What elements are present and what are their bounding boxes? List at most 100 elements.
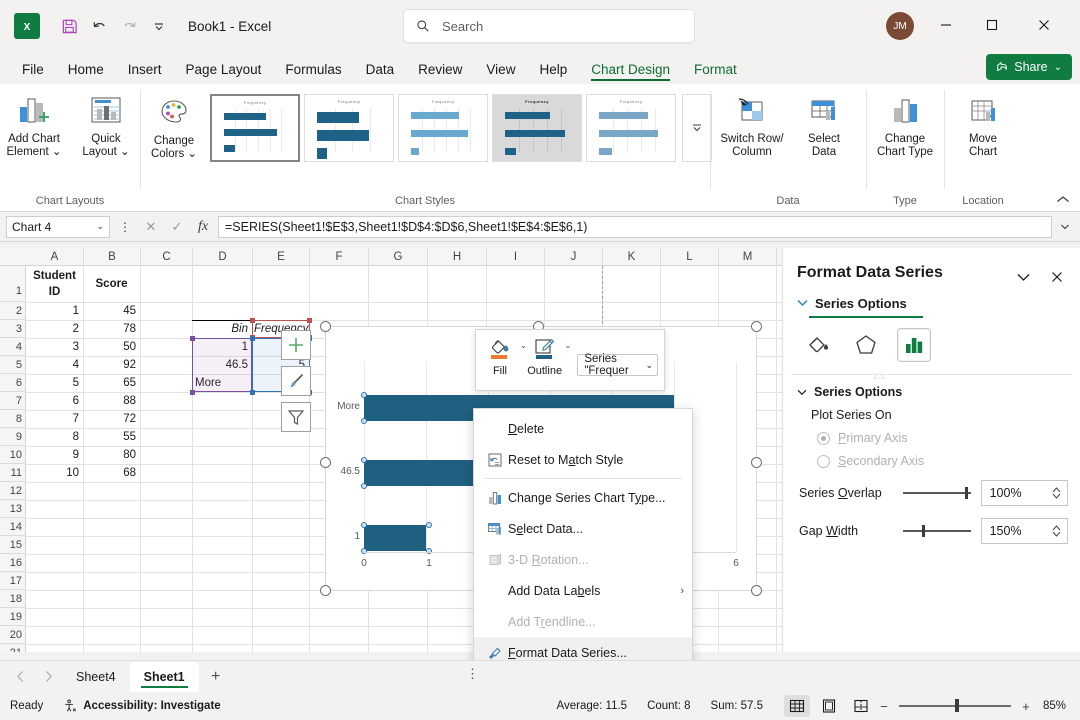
page-layout-view-icon[interactable] (816, 695, 842, 717)
sheet-tab-more-icon[interactable]: ⋮ (466, 666, 479, 682)
cell-A9[interactable]: 8 (26, 429, 83, 446)
column-header-I[interactable]: I (487, 248, 545, 266)
pane-section-series-options[interactable]: Series Options (783, 375, 1080, 399)
zoom-in-button[interactable]: + (1019, 699, 1033, 714)
cell-B7[interactable]: 88 (83, 393, 140, 410)
normal-view-icon[interactable] (783, 695, 810, 717)
cell-B2[interactable]: 45 (83, 303, 140, 320)
row-header-18[interactable]: 18 (0, 590, 26, 608)
cell-B11[interactable]: 68 (83, 465, 140, 482)
cell-A5[interactable]: 4 (26, 357, 83, 374)
pane-close-icon[interactable] (1046, 266, 1068, 288)
column-header-C[interactable]: C (141, 248, 193, 266)
column-header-D[interactable]: D (193, 248, 253, 266)
column-header-B[interactable]: B (84, 248, 141, 266)
change-chart-type-button[interactable]: Change Chart Type (869, 88, 941, 159)
tab-chart-design[interactable]: Chart Design (579, 59, 682, 84)
fill-chevron-down-icon[interactable]: ⌄ (520, 334, 527, 350)
row-header-15[interactable]: 15 (0, 536, 26, 554)
column-header-E[interactable]: E (253, 248, 310, 266)
cell-A6[interactable]: 5 (26, 375, 83, 392)
chart-style-thumb-4[interactable]: Frequency (492, 94, 582, 162)
primary-axis-radio[interactable] (817, 431, 830, 445)
column-header-G[interactable]: G (369, 248, 428, 266)
chart-styles-button[interactable] (281, 366, 311, 396)
fill-line-icon[interactable] (801, 328, 835, 362)
change-colors-button[interactable]: Change Colors ⌄ (138, 90, 210, 161)
row-header-10[interactable]: 10 (0, 446, 26, 464)
series-overlap-spinner[interactable]: 100% (980, 480, 1069, 506)
gap-width-slider[interactable] (903, 524, 971, 538)
series-selector-dropdown[interactable]: Series "Frequer ⌄ (577, 353, 658, 377)
chart-style-thumb-5[interactable]: Frequency (586, 94, 676, 162)
name-box-more-icon[interactable]: ⋮ (114, 216, 136, 238)
chart-styles-more-button[interactable] (682, 94, 712, 162)
cell-B9[interactable]: 55 (83, 429, 140, 446)
undo-icon[interactable] (84, 11, 114, 41)
context-menu-item-add-data-labels[interactable]: Add Data Labels › (474, 575, 692, 606)
tab-review[interactable]: Review (406, 59, 474, 84)
cell-A8[interactable]: 7 (26, 411, 83, 428)
chevron-right-icon[interactable] (34, 664, 62, 690)
accessibility-status[interactable]: Accessibility: Investigate (53, 699, 230, 713)
row-header-5[interactable]: 5 (0, 356, 26, 374)
name-box[interactable]: Chart 4 ⌄ (6, 215, 110, 238)
tab-data[interactable]: Data (354, 59, 407, 84)
gap-width-spinner[interactable]: 150% (980, 518, 1069, 544)
sheet-tab-sheet4[interactable]: Sheet4 (62, 662, 130, 692)
row-header-12[interactable]: 12 (0, 482, 26, 500)
row-header-19[interactable]: 19 (0, 608, 26, 626)
chart-resize-handle-tl[interactable] (320, 321, 331, 332)
redo-icon[interactable] (114, 11, 144, 41)
tab-file[interactable]: File (10, 59, 56, 84)
context-menu-item-change-series-chart-type[interactable]: Change Series Chart Type... (474, 482, 692, 513)
column-header-A[interactable]: A (26, 248, 84, 266)
chart-resize-handle-bl[interactable] (320, 585, 331, 596)
minimize-icon[interactable] (924, 8, 968, 42)
row-header-7[interactable]: 7 (0, 392, 26, 410)
close-icon[interactable] (1022, 8, 1066, 42)
primary-axis-radio-row[interactable]: Primary Axis (783, 422, 1080, 445)
cell-A3[interactable]: 2 (26, 321, 83, 338)
move-chart-button[interactable]: Move Chart (947, 88, 1019, 159)
qat-more-icon[interactable] (144, 11, 174, 41)
chart-bar-1[interactable] (364, 525, 426, 551)
status-average[interactable]: Average: 11.5 (547, 700, 638, 712)
row-header-13[interactable]: 13 (0, 500, 26, 518)
row-header-2[interactable]: 2 (0, 302, 26, 320)
cell-D3[interactable]: Bin (192, 321, 252, 338)
series-options-icon[interactable] (897, 328, 931, 362)
fill-button[interactable]: Fill (482, 334, 518, 377)
secondary-axis-radio-row[interactable]: Secondary Axis (783, 445, 1080, 468)
cell-A11[interactable]: 10 (26, 465, 83, 482)
zoom-level[interactable]: 85% (1033, 700, 1080, 712)
row-header-3[interactable]: 3 (0, 320, 26, 338)
cancel-formula-icon[interactable]: ✕ (140, 216, 162, 238)
chart-resize-handle-br[interactable] (751, 585, 762, 596)
chart-style-thumb-1[interactable]: Frequency (210, 94, 300, 162)
context-menu-item-delete[interactable]: DDeleteelete (474, 413, 692, 444)
column-header-M[interactable]: M (719, 248, 777, 266)
row-header-4[interactable]: 4 (0, 338, 26, 356)
tab-page-layout[interactable]: Page Layout (174, 59, 274, 84)
switch-row-column-button[interactable]: Switch Row/Column (716, 88, 788, 159)
tab-format[interactable]: Format (682, 59, 749, 84)
save-icon[interactable] (54, 11, 84, 41)
add-sheet-button[interactable]: + (199, 664, 233, 690)
quick-layout-button[interactable]: Quick Layout ⌄ (70, 88, 142, 159)
cell-A1-line1[interactable]: Student (26, 268, 83, 285)
zoom-out-button[interactable]: − (877, 699, 891, 714)
cell-B5[interactable]: 92 (83, 357, 140, 374)
cell-B4[interactable]: 50 (83, 339, 140, 356)
pane-collapse-chevron-down-icon[interactable] (1012, 266, 1034, 288)
context-menu-item-reset-to-match-style[interactable]: Reset to Match Style (474, 444, 692, 475)
secondary-axis-radio[interactable] (817, 454, 830, 468)
sheet-tab-sheet1[interactable]: Sheet1 (129, 661, 199, 692)
maximize-icon[interactable] (970, 8, 1014, 42)
expand-formula-bar-icon[interactable] (1056, 216, 1074, 238)
avatar[interactable]: JM (886, 12, 914, 40)
tab-insert[interactable]: Insert (116, 59, 174, 84)
enter-formula-icon[interactable]: ✓ (166, 216, 188, 238)
row-header-8[interactable]: 8 (0, 410, 26, 428)
row-header-9[interactable]: 9 (0, 428, 26, 446)
